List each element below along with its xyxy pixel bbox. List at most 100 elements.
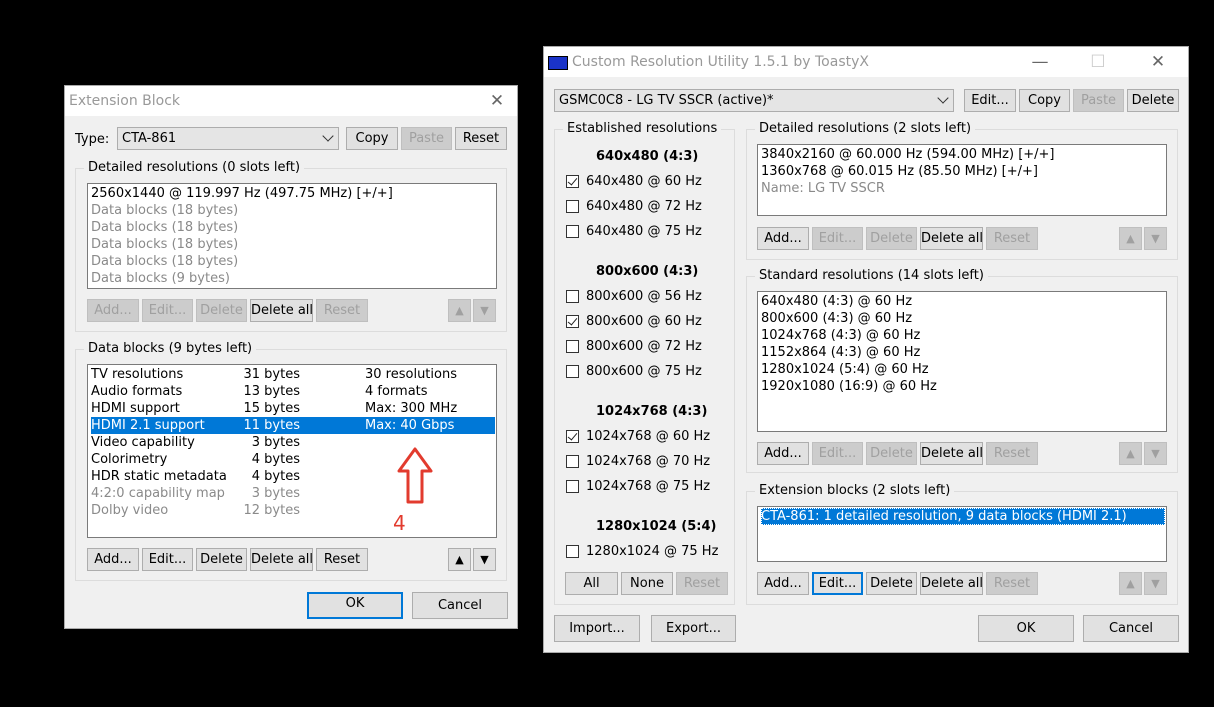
table-row[interactable]: HDR static metadata 4 bytes xyxy=(91,468,495,485)
list-item[interactable]: 640x480 (4:3) @ 60 Hz xyxy=(761,293,1165,310)
checkbox[interactable] xyxy=(566,480,579,493)
checkbox-label[interactable]: 800x600 @ 72 Hz xyxy=(586,339,702,354)
export-button[interactable]: Export... xyxy=(651,615,736,642)
extension-blocks-list[interactable]: CTA-861: 1 detailed resolution, 9 data b… xyxy=(757,506,1167,562)
move-up-icon[interactable]: ▲ xyxy=(448,299,471,322)
list-item[interactable]: 1360x768 @ 60.015 Hz (85.50 MHz) [+/+] xyxy=(761,163,1165,180)
add-button[interactable]: Add... xyxy=(757,572,809,595)
reset-button[interactable]: Reset xyxy=(316,299,368,322)
checkbox[interactable] xyxy=(566,175,579,188)
reset-button[interactable]: Reset xyxy=(676,572,728,595)
copy-button[interactable]: Copy xyxy=(346,127,398,150)
add-button[interactable]: Add... xyxy=(757,227,809,250)
checkbox[interactable] xyxy=(566,225,579,238)
move-up-icon[interactable]: ▲ xyxy=(1119,572,1142,595)
checkbox-label[interactable]: 1280x1024 @ 75 Hz xyxy=(586,544,718,559)
type-select[interactable]: CTA-861 xyxy=(117,127,339,150)
checkbox[interactable] xyxy=(566,290,579,303)
delete-all-button[interactable]: Delete all xyxy=(250,299,313,322)
table-row[interactable]: TV resolutions 31 bytes 30 resolutions xyxy=(91,366,495,383)
table-row[interactable]: HDMI 2.1 support 11 bytes Max: 40 Gbps xyxy=(91,417,495,434)
delete-button[interactable]: Delete xyxy=(196,299,247,322)
table-row[interactable]: 4:2:0 capability map 3 bytes xyxy=(91,485,495,502)
maximize-icon[interactable]: ☐ xyxy=(1086,51,1110,73)
edit-button[interactable]: Edit... xyxy=(812,442,863,465)
move-down-icon[interactable]: ▼ xyxy=(473,548,496,571)
edit-button[interactable]: Edit... xyxy=(812,572,863,595)
list-item[interactable]: 1280x1024 (5:4) @ 60 Hz xyxy=(761,361,1165,378)
checkbox[interactable] xyxy=(566,365,579,378)
table-row[interactable]: Dolby video 12 bytes xyxy=(91,502,495,519)
all-button[interactable]: All xyxy=(565,572,618,595)
table-row[interactable]: Video capability 3 bytes xyxy=(91,434,495,451)
checkbox-label[interactable]: 640x480 @ 72 Hz xyxy=(586,199,702,214)
list-item[interactable]: 1920x1080 (16:9) @ 60 Hz xyxy=(761,378,1165,395)
list-item[interactable]: Data blocks (9 bytes) xyxy=(91,270,495,287)
checkbox[interactable] xyxy=(566,455,579,468)
list-item[interactable]: 3840x2160 @ 60.000 Hz (594.00 MHz) [+/+] xyxy=(761,146,1165,163)
delete-button[interactable]: Delete xyxy=(1127,89,1179,112)
list-item[interactable]: 2560x1440 @ 119.997 Hz (497.75 MHz) [+/+… xyxy=(91,185,495,202)
delete-all-button[interactable]: Delete all xyxy=(250,548,313,571)
delete-all-button[interactable]: Delete all xyxy=(920,572,983,595)
checkbox-label[interactable]: 800x600 @ 60 Hz xyxy=(586,314,702,329)
move-up-icon[interactable]: ▲ xyxy=(1119,442,1142,465)
list-item[interactable]: 1024x768 (4:3) @ 60 Hz xyxy=(761,327,1165,344)
move-down-icon[interactable]: ▼ xyxy=(1144,227,1167,250)
list-item[interactable]: Data blocks (18 bytes) xyxy=(91,202,495,219)
checkbox-label[interactable]: 800x600 @ 75 Hz xyxy=(586,364,702,379)
list-item[interactable]: Name: LG TV SSCR xyxy=(761,180,1165,197)
add-button[interactable]: Add... xyxy=(757,442,809,465)
ok-button[interactable]: OK xyxy=(978,615,1074,642)
data-blocks-list[interactable]: TV resolutions 31 bytes 30 resolutions Audi… xyxy=(87,364,497,538)
checkbox-label[interactable]: 1024x768 @ 60 Hz xyxy=(586,429,710,444)
reset-button[interactable]: Reset xyxy=(316,548,368,571)
cancel-button[interactable]: Cancel xyxy=(412,592,508,619)
add-button[interactable]: Add... xyxy=(87,548,139,571)
paste-button[interactable]: Paste xyxy=(401,127,452,150)
minimize-icon[interactable]: — xyxy=(1028,51,1052,73)
list-item[interactable]: Data blocks (18 bytes) xyxy=(91,219,495,236)
list-item[interactable]: CTA-861: 1 detailed resolution, 9 data b… xyxy=(761,508,1165,525)
display-select[interactable]: GSMC0C8 - LG TV SSCR (active)* xyxy=(554,89,954,112)
checkbox[interactable] xyxy=(566,340,579,353)
table-row[interactable]: Audio formats 13 bytes 4 formats xyxy=(91,383,495,400)
import-button[interactable]: Import... xyxy=(554,615,640,642)
move-up-icon[interactable]: ▲ xyxy=(1119,227,1142,250)
checkbox[interactable] xyxy=(566,315,579,328)
checkbox-label[interactable]: 1024x768 @ 75 Hz xyxy=(586,479,710,494)
table-row[interactable]: HDMI support 15 bytes Max: 300 MHz xyxy=(91,400,495,417)
delete-button[interactable]: Delete xyxy=(196,548,247,571)
delete-button[interactable]: Delete xyxy=(866,572,917,595)
reset-button[interactable]: Reset xyxy=(455,127,507,150)
edit-button[interactable]: Edit... xyxy=(812,227,863,250)
cancel-button[interactable]: Cancel xyxy=(1083,615,1179,642)
move-down-icon[interactable]: ▼ xyxy=(473,299,496,322)
copy-button[interactable]: Copy xyxy=(1019,89,1070,112)
edit-button[interactable]: Edit... xyxy=(142,548,193,571)
list-item[interactable]: Data blocks (18 bytes) xyxy=(91,236,495,253)
checkbox-label[interactable]: 640x480 @ 60 Hz xyxy=(586,174,702,189)
delete-button[interactable]: Delete xyxy=(866,227,917,250)
reset-button[interactable]: Reset xyxy=(986,442,1038,465)
checkbox-label[interactable]: 800x600 @ 56 Hz xyxy=(586,289,702,304)
list-item[interactable]: Data blocks (18 bytes) xyxy=(91,253,495,270)
checkbox[interactable] xyxy=(566,200,579,213)
close-icon[interactable]: ✕ xyxy=(1146,51,1170,73)
none-button[interactable]: None xyxy=(621,572,673,595)
move-up-icon[interactable]: ▲ xyxy=(448,548,471,571)
list-item[interactable]: 800x600 (4:3) @ 60 Hz xyxy=(761,310,1165,327)
reset-button[interactable]: Reset xyxy=(986,572,1038,595)
ok-button[interactable]: OK xyxy=(307,592,403,619)
checkbox-label[interactable]: 1024x768 @ 70 Hz xyxy=(586,454,710,469)
checkbox[interactable] xyxy=(566,430,579,443)
table-row[interactable]: Colorimetry 4 bytes xyxy=(91,451,495,468)
move-down-icon[interactable]: ▼ xyxy=(1144,572,1167,595)
detailed-resolutions-list[interactable]: 2560x1440 @ 119.997 Hz (497.75 MHz) [+/+… xyxy=(87,183,497,289)
add-button[interactable]: Add... xyxy=(87,299,139,322)
paste-button[interactable]: Paste xyxy=(1073,89,1124,112)
delete-button[interactable]: Delete xyxy=(866,442,917,465)
move-down-icon[interactable]: ▼ xyxy=(1144,442,1167,465)
standard-resolutions-list[interactable]: 640x480 (4:3) @ 60 Hz 800x600 (4:3) @ 60 … xyxy=(757,291,1167,432)
edit-display-button[interactable]: Edit... xyxy=(964,89,1016,112)
